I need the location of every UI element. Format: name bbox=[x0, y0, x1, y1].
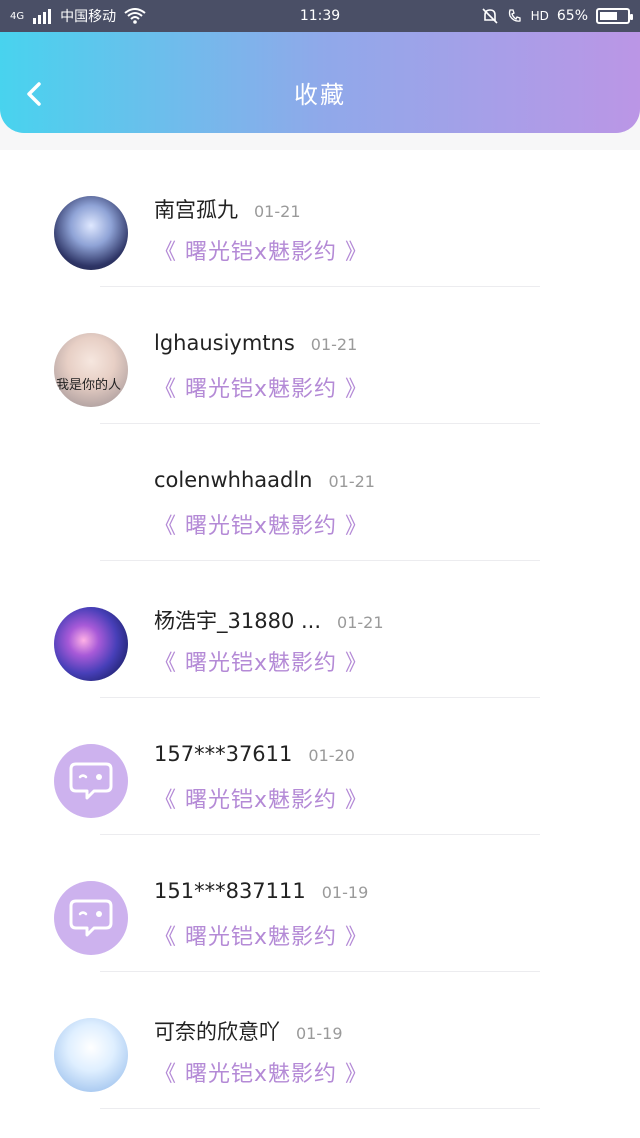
name-row: 151***837111 01-19 bbox=[154, 879, 368, 903]
list-item[interactable]: colenwhhaadln 01-21 《 曙光铠x魅影约 》 bbox=[0, 424, 640, 561]
chat-bubble-icon bbox=[69, 899, 113, 937]
book-title-link[interactable]: 《 曙光铠x魅影约 》 bbox=[154, 645, 368, 677]
signal-icon bbox=[33, 9, 52, 24]
user-name: 南宫孤九 bbox=[154, 198, 238, 222]
name-row: 南宫孤九 01-21 bbox=[154, 194, 301, 224]
avatar[interactable] bbox=[54, 470, 128, 544]
hd-indicator: HD bbox=[530, 9, 549, 23]
divider bbox=[100, 1108, 540, 1109]
book-title-link[interactable]: 《 曙光铠x魅影约 》 bbox=[154, 919, 368, 951]
avatar[interactable] bbox=[54, 1018, 128, 1092]
battery-icon bbox=[596, 8, 633, 24]
user-name: colenwhhaadln bbox=[154, 468, 313, 492]
status-left: 4G 中国移动 bbox=[10, 6, 146, 26]
user-name: 157***37611 bbox=[154, 742, 293, 766]
avatar[interactable]: 我是你的人 bbox=[54, 333, 128, 407]
avatar-caption: 我是你的人 bbox=[56, 378, 122, 393]
user-name: 可奈的欣意吖 bbox=[154, 1020, 280, 1044]
phone-icon bbox=[508, 9, 521, 22]
favorite-date: 01-21 bbox=[328, 472, 375, 491]
network-type: 4G bbox=[10, 10, 25, 22]
battery-percent: 65% bbox=[556, 8, 588, 24]
name-row: 可奈的欣意吖 01-19 bbox=[154, 1016, 343, 1046]
favorite-date: 01-20 bbox=[308, 746, 355, 765]
avatar[interactable] bbox=[54, 196, 128, 270]
list-item[interactable]: 南宫孤九 01-21 《 曙光铠x魅影约 》 bbox=[0, 150, 640, 287]
status-right: HD 65% bbox=[481, 7, 633, 25]
favorites-list: 南宫孤九 01-21 《 曙光铠x魅影约 》我是你的人 lghausiymtns 01-… bbox=[0, 150, 640, 1138]
favorite-date: 01-21 bbox=[310, 335, 358, 354]
user-name: lghausiymtns bbox=[154, 331, 295, 355]
book-title-link[interactable]: 《 曙光铠x魅影约 》 bbox=[154, 371, 368, 403]
book-title-link[interactable]: 《 曙光铠x魅影约 》 bbox=[154, 234, 368, 266]
name-row: colenwhhaadln 01-21 bbox=[154, 468, 375, 492]
list-item[interactable]: 我是你的人 lghausiymtns 01-21 《 曙光铠x魅影约 》 bbox=[0, 287, 640, 424]
page-title: 收藏 bbox=[294, 81, 346, 109]
carrier-name: 中国移动 bbox=[60, 9, 117, 25]
favorite-date: 01-21 bbox=[337, 613, 384, 632]
avatar[interactable] bbox=[54, 607, 128, 681]
chat-bubble-icon bbox=[69, 762, 113, 800]
list-item[interactable]: 151***837111 01-19 《 曙光铠x魅影约 》 bbox=[0, 835, 640, 972]
app-header: 收藏 bbox=[0, 32, 640, 133]
favorite-date: 01-21 bbox=[254, 202, 301, 221]
wifi-icon bbox=[124, 8, 146, 24]
avatar[interactable] bbox=[54, 744, 128, 818]
book-title-link[interactable]: 《 曙光铠x魅影约 》 bbox=[154, 782, 368, 814]
user-name: 杨浩宇_31880 ... bbox=[154, 609, 322, 633]
list-item[interactable]: 可奈的欣意吖 01-19 《 曙光铠x魅影约 》 bbox=[0, 972, 640, 1109]
avatar[interactable] bbox=[54, 881, 128, 955]
status-bar: 4G 中国移动 11:39 HD 65% bbox=[0, 0, 640, 32]
user-name: 151***837111 bbox=[154, 879, 306, 903]
favorite-date: 01-19 bbox=[321, 883, 369, 902]
name-row: lghausiymtns 01-21 bbox=[154, 331, 357, 355]
battery-fill bbox=[600, 12, 617, 20]
mute-bell-icon bbox=[482, 8, 498, 24]
favorite-date: 01-19 bbox=[296, 1024, 343, 1043]
book-title-link[interactable]: 《 曙光铠x魅影约 》 bbox=[154, 1056, 368, 1088]
name-row: 杨浩宇_31880 ... 01-21 bbox=[154, 605, 384, 635]
name-row: 157***37611 01-20 bbox=[154, 742, 355, 766]
list-item[interactable]: 157***37611 01-20 《 曙光铠x魅影约 》 bbox=[0, 698, 640, 835]
list-item[interactable]: 杨浩宇_31880 ... 01-21 《 曙光铠x魅影约 》 bbox=[0, 561, 640, 698]
book-title-link[interactable]: 《 曙光铠x魅影约 》 bbox=[154, 508, 368, 540]
